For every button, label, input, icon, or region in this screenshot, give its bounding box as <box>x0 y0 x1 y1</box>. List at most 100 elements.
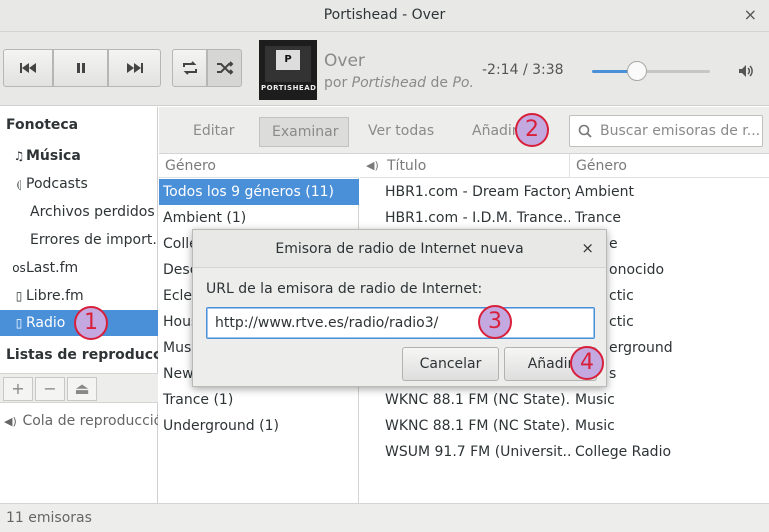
sidebar-item-label: Música <box>26 148 81 164</box>
genre-column-header[interactable]: Género <box>159 154 359 178</box>
playlists-header: Listas de reproducción <box>6 347 158 363</box>
close-icon[interactable]: × <box>581 239 594 257</box>
add-playlist-button[interactable]: + <box>3 377 33 401</box>
table-row[interactable]: WKNC 88.1 FM (NC State)... Music <box>360 413 769 439</box>
callout-marker: 1 <box>74 306 108 340</box>
browser-toolbar: Editar Examinar Ver todas Añadir Buscar … <box>159 107 769 154</box>
station-genre: e <box>609 236 618 252</box>
sidebar-item-queue[interactable]: ◀) Cola de reproducción <box>0 409 158 433</box>
repeat-button[interactable] <box>172 49 207 87</box>
remove-playlist-button[interactable]: − <box>35 377 65 401</box>
sidebar: Fonoteca ♫ Música ⦇ Podcasts Archivos perd… <box>0 107 158 503</box>
close-window-icon[interactable]: × <box>744 5 757 24</box>
callout-marker: 2 <box>515 113 549 147</box>
pause-button[interactable] <box>53 49 108 87</box>
next-button[interactable] <box>108 49 161 87</box>
player-toolbar: P PORTISHEAD Over por Portishead de Po..… <box>0 32 769 106</box>
url-input[interactable]: http://www.rtve.es/radio/radio3/ <box>206 307 595 339</box>
sidebar-item-label: Cola de reproducción <box>22 413 158 429</box>
cover-text: PORTISHEAD <box>261 84 317 92</box>
browse-button[interactable]: Examinar <box>259 117 349 147</box>
time-display: -2:14 / 3:38 <box>482 62 564 78</box>
sidebar-item-label: Archivos perdidos <box>30 204 155 220</box>
sidebar-item-lastfm[interactable]: osLast.fm <box>0 255 158 281</box>
station-title: HBR1.com - I.D.M. Trance... <box>385 210 570 226</box>
rss-icon: ⦇ <box>16 177 22 191</box>
eject-button[interactable]: ⏏ <box>67 377 97 401</box>
album-cover: P PORTISHEAD <box>259 40 317 100</box>
de-word: de <box>430 75 449 91</box>
table-row[interactable]: HBR1.com - Dream Factory Ambient <box>360 179 769 205</box>
seek-bar[interactable] <box>592 70 710 73</box>
station-genre: Music <box>575 418 615 434</box>
station-title: HBR1.com - Dream Factory <box>385 184 570 200</box>
list-item[interactable]: Todos los 9 géneros (11) <box>159 179 359 205</box>
search-icon <box>578 124 592 138</box>
title-column-header[interactable]: ◀) Título <box>360 154 570 178</box>
station-genre: College Radio <box>575 444 672 460</box>
table-row[interactable]: WSUM 91.7 FM (Universit... College Radio <box>360 439 769 465</box>
sidebar-item-label: Errores de import... <box>30 232 158 248</box>
station-genre: Ambient <box>575 184 634 200</box>
window-title: Portishead - Over <box>323 7 446 23</box>
callout-marker: 3 <box>478 305 512 339</box>
table-row[interactable]: HBR1.com - I.D.M. Trance... Trance <box>360 205 769 231</box>
view-all-button[interactable]: Ver todas <box>356 117 446 147</box>
station-genre: erground <box>609 340 673 356</box>
callout-marker: 4 <box>570 346 604 380</box>
station-genre: Trance <box>575 210 622 226</box>
station-title: WSUM 91.7 FM (Universit... <box>385 444 570 460</box>
lastfm-icon: os <box>12 261 26 275</box>
dialog-title: Emisora de radio de Internet nueva <box>193 230 606 268</box>
pause-icon <box>76 63 85 73</box>
title-bar: Portishead - Over × <box>0 0 769 32</box>
speaker-icon: ◀) <box>4 415 17 428</box>
genre-column-header[interactable]: Género <box>570 154 769 178</box>
shuffle-icon <box>216 61 233 75</box>
by-prefix: por <box>324 75 348 91</box>
artist-name: Portishead <box>351 75 427 91</box>
station-genre: onocido <box>609 262 665 278</box>
dialog-title-text: Emisora de radio de Internet nueva <box>275 241 524 257</box>
table-row[interactable]: WKNC 88.1 FM (NC State)... Music <box>360 387 769 413</box>
station-genre: s <box>609 366 617 382</box>
station-title: WKNC 88.1 FM (NC State)... <box>385 392 570 408</box>
station-genre: ctic <box>609 288 634 304</box>
search-input[interactable]: Buscar emisoras de r... <box>569 115 763 147</box>
station-title: WKNC 88.1 FM (NC State)... <box>385 418 570 434</box>
sidebar-item-import-errors[interactable]: Errores de import... <box>0 227 158 253</box>
sidebar-item-label: Radio <box>26 315 66 331</box>
song-artist-line: por Portishead de Po... <box>324 75 474 91</box>
repeat-icon <box>182 61 197 75</box>
sidebar-item-music[interactable]: ♫ Música <box>0 143 158 169</box>
song-title: Over <box>324 51 365 71</box>
shuffle-button[interactable] <box>207 49 242 87</box>
sidebar-item-label: Libre.fm <box>26 288 84 304</box>
skip-next-icon <box>126 63 143 73</box>
seek-handle[interactable] <box>626 61 647 81</box>
device-icon: ▯ <box>15 289 23 303</box>
cancel-button[interactable]: Cancelar <box>402 347 499 381</box>
sidebar-item-label: Podcasts <box>26 176 88 192</box>
station-genre: Music <box>575 392 615 408</box>
speaker-icon[interactable] <box>737 62 755 80</box>
sidebar-item-label: Last.fm <box>26 260 79 276</box>
skip-previous-icon <box>20 63 36 73</box>
sidebar-item-podcasts[interactable]: ⦇ Podcasts <box>0 171 158 197</box>
list-item[interactable]: Trance (1) <box>159 387 359 413</box>
speaker-icon: ◀) <box>366 159 379 172</box>
edit-button[interactable]: Editar <box>181 117 246 147</box>
url-label: URL de la emisora de radio de Internet: <box>206 281 483 297</box>
title-header-label: Título <box>387 158 427 174</box>
new-radio-station-dialog: Emisora de radio de Internet nueva × URL… <box>192 229 607 387</box>
station-genre: ctic <box>609 314 634 330</box>
album-name: Po... <box>452 75 474 91</box>
status-bar: 11 emisoras <box>0 503 769 532</box>
list-item[interactable]: Ambient (1) <box>159 205 359 231</box>
previous-button[interactable] <box>3 49 53 87</box>
sidebar-item-librefm[interactable]: ▯ Libre.fm <box>0 283 158 309</box>
radio-icon: ▯ <box>15 316 23 330</box>
list-item[interactable]: Underground (1) <box>159 413 359 439</box>
cover-letter: P <box>276 50 300 70</box>
sidebar-item-lost-files[interactable]: Archivos perdidos <box>0 199 158 225</box>
